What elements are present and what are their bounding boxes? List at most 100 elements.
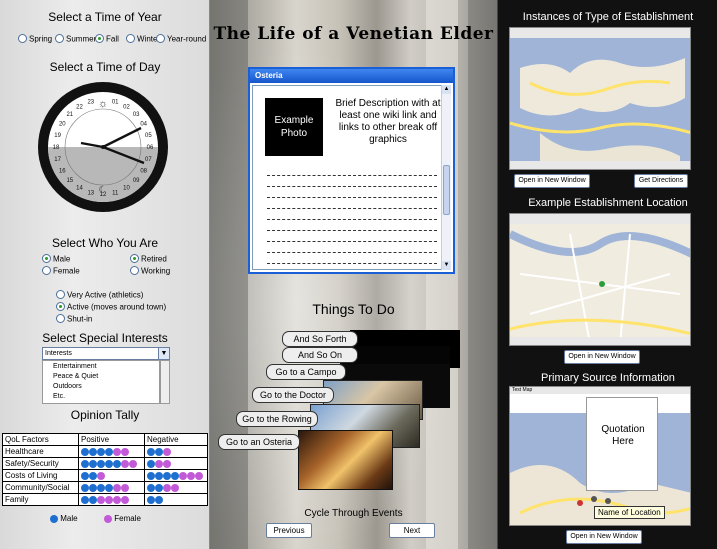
tally-row: Healthcare — [2, 445, 208, 458]
tally-header-positive: Positive — [78, 433, 145, 446]
male-dot — [155, 483, 163, 492]
interests-select[interactable]: Interests ▼ — [42, 347, 170, 360]
male-dot — [105, 483, 113, 492]
example-location-heading: Example Establishment Location — [528, 197, 688, 209]
osteria-window-titlebar[interactable]: Osteria — [250, 69, 453, 83]
clock-hour-label: 13 — [87, 190, 94, 196]
season-spring-radio[interactable]: Spring — [18, 34, 52, 44]
season-summer-radio[interactable]: Summer — [55, 34, 96, 44]
female-dot — [179, 471, 187, 480]
who-heading: Select Who You Are — [51, 236, 159, 250]
event-and-so-forth-button[interactable]: And So Forth — [282, 331, 358, 347]
male-dot — [163, 471, 171, 480]
open-source-new-window-button[interactable]: Open in New Window — [566, 530, 642, 544]
gender-male-radio[interactable]: Male — [42, 254, 70, 264]
status-retired-radio[interactable]: Retired — [130, 254, 167, 264]
next-button[interactable]: Next — [389, 523, 435, 538]
clock-hour-label: 16 — [59, 169, 66, 175]
interests-heading: Select Special Interests — [42, 331, 168, 345]
female-dot — [97, 495, 105, 504]
male-legend-label: Male — [60, 514, 78, 523]
male-dot — [97, 459, 105, 468]
clock-hour-label: 23 — [87, 100, 94, 106]
male-dot — [147, 483, 155, 492]
interest-item-peace[interactable]: Peace & Quiet — [53, 372, 159, 382]
previous-button[interactable]: Previous — [266, 523, 312, 538]
day-clock[interactable]: 0102030405060708091011121314151617181920… — [36, 80, 170, 214]
activity-very-active-radio[interactable]: Very Active (athletics) — [56, 290, 143, 300]
scrollbar-thumb[interactable] — [443, 165, 450, 215]
male-dot — [81, 447, 89, 456]
time-of-year-heading: Select a Time of Year — [48, 10, 162, 24]
female-dot — [113, 483, 121, 492]
interest-item-etc[interactable]: Etc. — [53, 392, 159, 402]
instances-heading: Instances of Type of Establishment — [522, 11, 694, 23]
clock-hour-label: 02 — [123, 104, 130, 110]
male-dot — [81, 471, 89, 480]
female-dot — [113, 447, 121, 456]
osteria-scrollbar[interactable]: ▲ ▼ — [441, 85, 451, 270]
male-dot — [147, 471, 155, 480]
tally-legend: Male Female — [50, 514, 141, 523]
male-dot — [113, 459, 121, 468]
time-of-day-heading: Select a Time of Day — [49, 60, 161, 74]
season-fall-radio[interactable]: Fall — [95, 34, 119, 44]
tally-factor: Safety/Security — [2, 457, 79, 470]
clock-hour-label: 01 — [112, 100, 119, 106]
clock-hour-label: 19 — [54, 133, 61, 139]
female-dot — [121, 495, 129, 504]
female-dot — [163, 447, 171, 456]
sun-icon: ☼ — [98, 98, 108, 110]
clock-hour-label: 22 — [76, 104, 83, 110]
clock-hour-label: 04 — [140, 122, 147, 128]
chevron-up-icon[interactable]: ▲ — [442, 85, 451, 94]
event-osteria-button[interactable]: Go to an Osteria — [218, 434, 300, 450]
event-and-so-on-button[interactable]: And So On — [282, 347, 358, 363]
event-rowing-button[interactable]: Go to the Rowing — [236, 411, 318, 427]
clock-hour-label: 20 — [59, 122, 66, 128]
chevron-down-icon[interactable]: ▼ — [158, 348, 169, 359]
activity-active-radio[interactable]: Active (moves around town) — [56, 302, 166, 312]
tally-factor: Family — [2, 493, 79, 506]
placeholder-line — [267, 254, 437, 264]
status-working-radio[interactable]: Working — [130, 266, 170, 276]
brief-description: Brief Description with at least one wiki… — [335, 98, 441, 145]
clock-hour-label: 05 — [145, 133, 152, 139]
event-campo-button[interactable]: Go to a Campo — [266, 364, 346, 380]
placeholder-line — [267, 199, 437, 209]
activity-shut-in-radio[interactable]: Shut-in — [56, 314, 92, 324]
get-directions-button[interactable]: Get Directions — [634, 174, 688, 188]
example-photo[interactable]: Example Photo — [265, 98, 323, 156]
open-instances-new-window-button[interactable]: Open in New Window — [514, 174, 590, 188]
male-dot — [81, 495, 89, 504]
quotation-placeholder: Quotation Here — [601, 424, 645, 447]
osteria-window[interactable]: Osteria Example Photo Brief Description … — [248, 67, 455, 274]
open-location-new-window-button[interactable]: Open in New Window — [564, 350, 640, 364]
interests-scrollbar[interactable] — [160, 360, 170, 404]
male-dot — [89, 471, 97, 480]
event-doctor-button[interactable]: Go to the Doctor — [252, 387, 334, 403]
season-year-round-radio[interactable]: Year-round — [156, 34, 206, 44]
gender-female-radio[interactable]: Female — [42, 266, 80, 276]
event-photo-osteria[interactable] — [298, 430, 393, 490]
clock-hour-label: 06 — [147, 145, 154, 151]
example-location-map[interactable] — [509, 213, 691, 346]
male-dot — [97, 483, 105, 492]
chevron-down-icon[interactable]: ▼ — [442, 261, 451, 270]
male-dot — [89, 447, 97, 456]
middle-panel: The Life of a Venetian Elder Osteria Exa… — [210, 0, 497, 549]
cycle-heading: Cycle Through Events — [304, 508, 403, 519]
female-dot — [155, 459, 163, 468]
male-dot — [147, 495, 155, 504]
tally-positive-cell — [78, 469, 145, 482]
placeholder-line — [267, 177, 437, 187]
season-winter-radio[interactable]: Winter — [126, 34, 160, 44]
instances-map[interactable] — [509, 27, 691, 170]
interest-item-outdoors[interactable]: Outdoors — [53, 382, 159, 392]
interest-item-entertainment[interactable]: Entertainment — [53, 362, 159, 372]
source-map-window[interactable]: Test Map Quotation Here Name of Location — [509, 386, 691, 526]
female-dot — [97, 471, 105, 480]
interests-list: Entertainment Peace & Quiet Outdoors Etc… — [42, 360, 160, 404]
male-dot — [171, 471, 179, 480]
tally-positive-cell — [78, 457, 145, 470]
